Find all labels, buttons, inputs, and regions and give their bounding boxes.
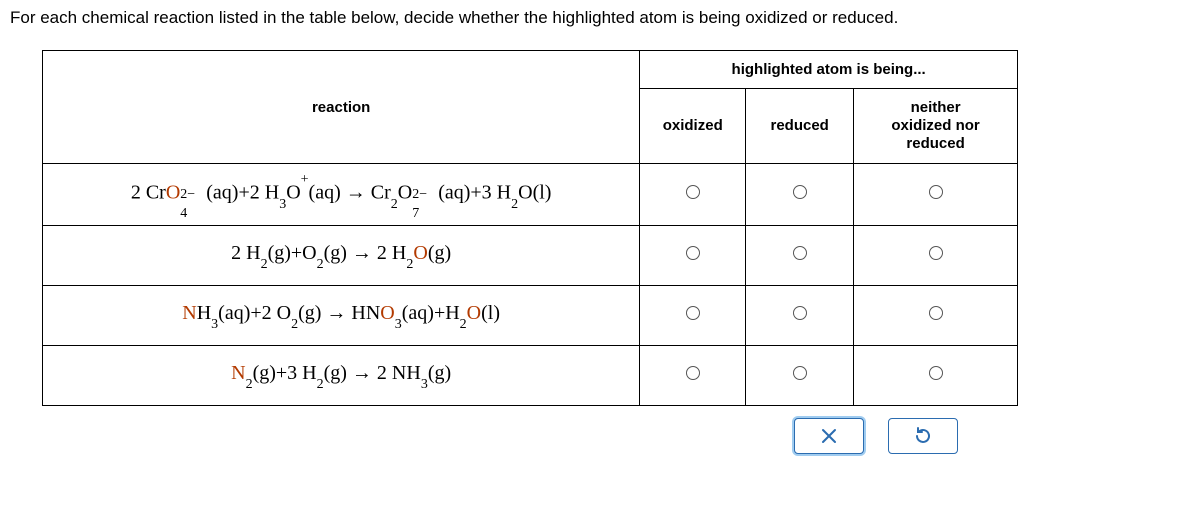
radio-r4-neither[interactable] (929, 366, 943, 380)
instruction-text: For each chemical reaction listed in the… (10, 8, 1190, 28)
reaction-cell-2: 2 H2(g)+O2(g) → 2 H2O(g) (43, 225, 640, 285)
radio-r3-neither[interactable] (929, 306, 943, 320)
header-reaction: reaction (43, 51, 640, 164)
radio-r4-oxidized[interactable] (686, 366, 700, 380)
reaction-cell-3: NH3(aq)+2 O2(g) → HNO3(aq)+H2O(l) (43, 285, 640, 345)
radio-r4-reduced[interactable] (793, 366, 807, 380)
header-group: highlighted atom is being... (640, 51, 1018, 89)
reaction-cell-4: N2(g)+3 H2(g) → 2 NH3(g) (43, 345, 640, 405)
close-icon (820, 427, 838, 445)
radio-r3-reduced[interactable] (793, 306, 807, 320)
reaction-table: reaction highlighted atom is being... ox… (42, 50, 1018, 406)
reset-button[interactable] (888, 418, 958, 454)
header-reduced: reduced (746, 89, 854, 164)
radio-r1-reduced[interactable] (793, 185, 807, 199)
radio-r2-neither[interactable] (929, 246, 943, 260)
reset-icon (913, 426, 933, 446)
footer-buttons (42, 406, 1018, 454)
radio-r3-oxidized[interactable] (686, 306, 700, 320)
radio-r1-oxidized[interactable] (686, 185, 700, 199)
table-row: 2 H2(g)+O2(g) → 2 H2O(g) (43, 225, 1018, 285)
radio-r2-oxidized[interactable] (686, 246, 700, 260)
reaction-cell-1: 2 CrO2−4(aq)+2 H3O+(aq) → Cr2O2−7(aq)+3 … (43, 164, 640, 226)
header-neither: neither oxidized nor reduced (854, 89, 1018, 164)
table-row: NH3(aq)+2 O2(g) → HNO3(aq)+H2O(l) (43, 285, 1018, 345)
table-row: N2(g)+3 H2(g) → 2 NH3(g) (43, 345, 1018, 405)
header-oxidized: oxidized (640, 89, 746, 164)
question-table-wrapper: reaction highlighted atom is being... ox… (42, 50, 1018, 406)
table-row: 2 CrO2−4(aq)+2 H3O+(aq) → Cr2O2−7(aq)+3 … (43, 164, 1018, 226)
radio-r1-neither[interactable] (929, 185, 943, 199)
radio-r2-reduced[interactable] (793, 246, 807, 260)
close-button[interactable] (794, 418, 864, 454)
